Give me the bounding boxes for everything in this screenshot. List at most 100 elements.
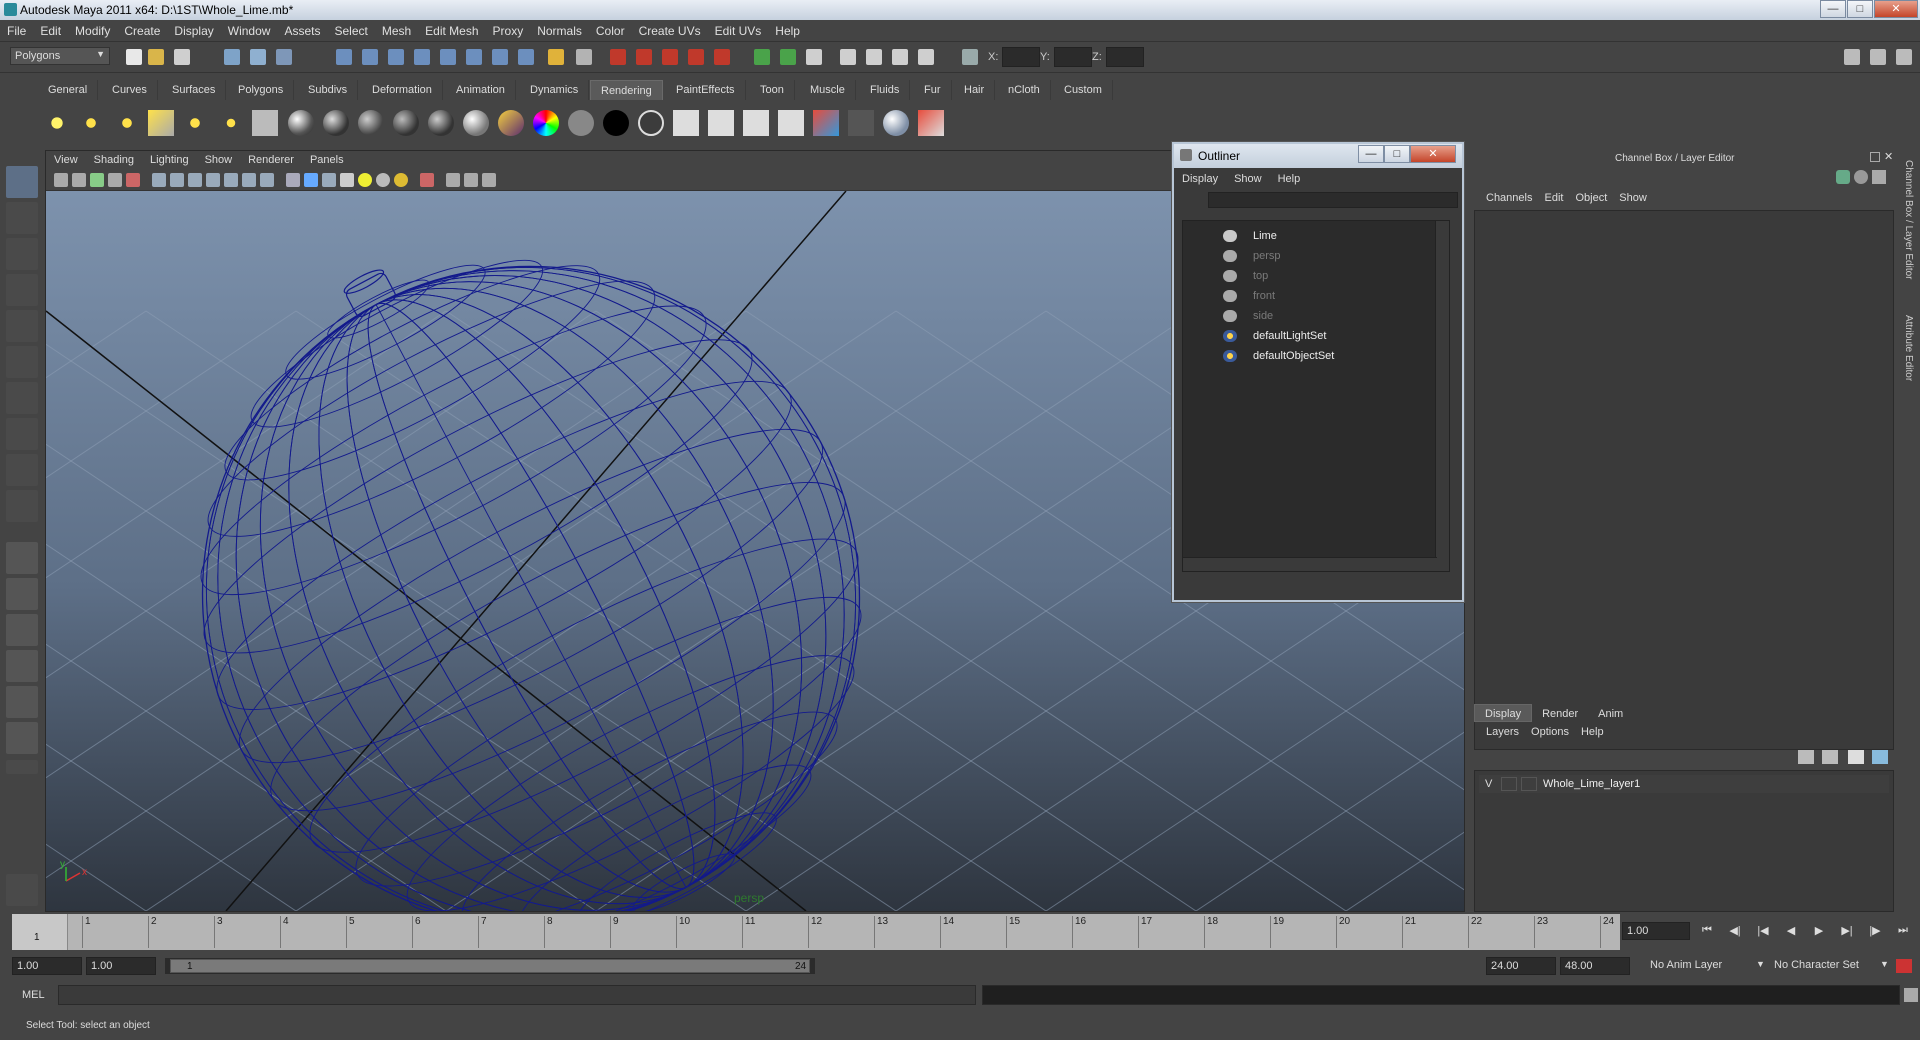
ramp-shader-icon[interactable] xyxy=(498,110,524,136)
tab-muscle[interactable]: Muscle xyxy=(800,80,856,100)
menu-window[interactable]: Window xyxy=(221,20,278,42)
menu-file[interactable]: File xyxy=(0,20,33,42)
ipr-render-icon[interactable] xyxy=(866,49,882,65)
playback-start-field[interactable]: 1.00 xyxy=(86,957,156,975)
step-back-frame-icon[interactable]: ◀​| xyxy=(1726,924,1744,940)
bookmarks-icon[interactable] xyxy=(90,173,104,187)
side-tab-attribute-editor[interactable]: Attribute Editor xyxy=(1903,315,1914,381)
menu-modify[interactable]: Modify xyxy=(68,20,117,42)
menu-color[interactable]: Color xyxy=(589,20,632,42)
vp-menu-show[interactable]: Show xyxy=(197,151,241,169)
cb-menu-show[interactable]: Show xyxy=(1613,192,1653,204)
menu-help[interactable]: Help xyxy=(768,20,807,42)
menu-mesh[interactable]: Mesh xyxy=(375,20,418,42)
layout-options-icon[interactable] xyxy=(6,760,38,774)
point-light-icon[interactable] xyxy=(114,110,140,136)
new-scene-icon[interactable] xyxy=(126,49,142,65)
toolbox-settings-icon[interactable] xyxy=(6,874,38,906)
persp-trax-layout-icon[interactable] xyxy=(6,722,38,754)
tab-curves[interactable]: Curves xyxy=(102,80,158,100)
pick-surfaces-icon[interactable] xyxy=(414,49,430,65)
tab-surfaces[interactable]: Surfaces xyxy=(162,80,227,100)
toggle-attribute-editor-icon[interactable] xyxy=(1844,49,1860,65)
textured-icon[interactable] xyxy=(340,173,354,187)
shading-map-icon[interactable] xyxy=(533,110,559,136)
anim-layer-dropdown[interactable]: No Anim Layer xyxy=(1646,957,1756,975)
anisotropic-shader-icon[interactable] xyxy=(288,110,314,136)
outliner-maximize-button[interactable]: □ xyxy=(1384,145,1410,163)
batch-render-icon[interactable] xyxy=(743,110,769,136)
tab-subdivs[interactable]: Subdivs xyxy=(298,80,359,100)
film-gate-icon[interactable] xyxy=(170,173,184,187)
channel-box-panel[interactable] xyxy=(1474,210,1894,750)
vp-menu-shading[interactable]: Shading xyxy=(86,151,142,169)
new-empty-layer-icon[interactable] xyxy=(1848,750,1864,764)
render-view-shelf-icon[interactable] xyxy=(813,110,839,136)
hypershade-shelf-icon[interactable] xyxy=(252,110,278,136)
layer-row[interactable]: V Whole_Lime_layer1 xyxy=(1479,775,1889,793)
layer-tab-anim[interactable]: Anim xyxy=(1588,705,1633,723)
go-to-start-icon[interactable]: ⏮ xyxy=(1698,924,1716,940)
menu-assets[interactable]: Assets xyxy=(277,20,327,42)
move-layer-up-icon[interactable] xyxy=(1798,750,1814,764)
highlight-selection-icon[interactable] xyxy=(576,49,592,65)
snap-curve-icon[interactable] xyxy=(636,49,652,65)
side-tab-channel-box[interactable]: Channel Box / Layer Editor xyxy=(1903,160,1914,280)
lime-wireframe-mesh[interactable] xyxy=(71,191,979,911)
menu-select[interactable]: Select xyxy=(327,20,374,42)
show-manipulator-icon[interactable] xyxy=(6,454,38,486)
auto-key-icon[interactable] xyxy=(1896,959,1912,973)
outliner-list[interactable]: Lime persp top front side defaultLightSe… xyxy=(1182,220,1450,572)
command-language-label[interactable]: MEL xyxy=(22,989,45,1001)
outliner-window[interactable]: Outliner — □ ✕ Display Show Help Lime pers… xyxy=(1172,142,1464,602)
layer-color-swatch[interactable] xyxy=(1521,777,1537,791)
outliner-horizontal-scrollbar[interactable] xyxy=(1183,557,1437,571)
render-frame-icon[interactable] xyxy=(840,49,856,65)
use-all-lights-icon[interactable] xyxy=(358,173,372,187)
persp-graph-layout-icon[interactable] xyxy=(6,650,38,682)
select-tool-icon[interactable] xyxy=(6,166,38,198)
float-panel-icon[interactable] xyxy=(1870,152,1880,162)
layer-tab-render[interactable]: Render xyxy=(1532,705,1588,723)
outliner-menu-display[interactable]: Display xyxy=(1174,170,1226,188)
two-d-pan-icon[interactable] xyxy=(126,173,140,187)
layer-menu-help[interactable]: Help xyxy=(1575,726,1610,738)
wireframe-on-shaded-icon[interactable] xyxy=(322,173,336,187)
tab-custom[interactable]: Custom xyxy=(1054,80,1113,100)
make-live-icon[interactable] xyxy=(714,49,730,65)
phong-e-shader-icon[interactable] xyxy=(428,110,454,136)
soft-modification-icon[interactable] xyxy=(6,418,38,450)
outliner-titlebar[interactable]: Outliner — □ ✕ xyxy=(1174,144,1462,168)
current-time-field[interactable]: 1.00 xyxy=(1622,922,1690,940)
menu-display[interactable]: Display xyxy=(167,20,220,42)
wireframe-icon[interactable] xyxy=(286,173,300,187)
vp-menu-view[interactable]: View xyxy=(46,151,86,169)
resolution-gate-icon[interactable] xyxy=(188,173,202,187)
render-settings-icon[interactable] xyxy=(892,49,908,65)
layer-tab-display[interactable]: Display xyxy=(1474,704,1533,722)
pick-dynamics-icon[interactable] xyxy=(466,49,482,65)
outliner-vertical-scrollbar[interactable] xyxy=(1435,221,1449,571)
menu-create[interactable]: Create xyxy=(117,20,167,42)
range-slider-handle[interactable]: 1 24 xyxy=(170,959,810,973)
channel-box-toggle-icon[interactable] xyxy=(1836,170,1850,184)
grid-toggle-icon[interactable] xyxy=(152,173,166,187)
animation-end-field[interactable]: 48.00 xyxy=(1560,957,1630,975)
vp-menu-renderer[interactable]: Renderer xyxy=(240,151,302,169)
lasso-tool-icon[interactable] xyxy=(6,202,38,234)
time-slider[interactable]: 1 1 2 3 4 5 6 7 8 9 10 11 12 13 14 15 16 17 18 19 20 21 22 23 2… xyxy=(12,914,1620,950)
menu-normals[interactable]: Normals xyxy=(530,20,589,42)
hypershade-persp-layout-icon[interactable] xyxy=(6,686,38,718)
phong-shader-icon[interactable] xyxy=(393,110,419,136)
persp-outliner-layout-icon[interactable] xyxy=(6,614,38,646)
step-forward-key-icon[interactable]: ▶| xyxy=(1838,924,1856,940)
step-forward-frame-icon[interactable]: |▶ xyxy=(1866,924,1884,940)
cb-menu-edit[interactable]: Edit xyxy=(1538,192,1569,204)
render-current-frame-icon[interactable] xyxy=(673,110,699,136)
save-scene-icon[interactable] xyxy=(174,49,190,65)
range-slider[interactable]: 1 24 xyxy=(165,958,815,974)
snap-grid-icon[interactable] xyxy=(610,49,626,65)
volume-light-icon[interactable] xyxy=(218,110,244,136)
pick-curves-icon[interactable] xyxy=(388,49,404,65)
last-tool-icon[interactable] xyxy=(6,490,38,522)
